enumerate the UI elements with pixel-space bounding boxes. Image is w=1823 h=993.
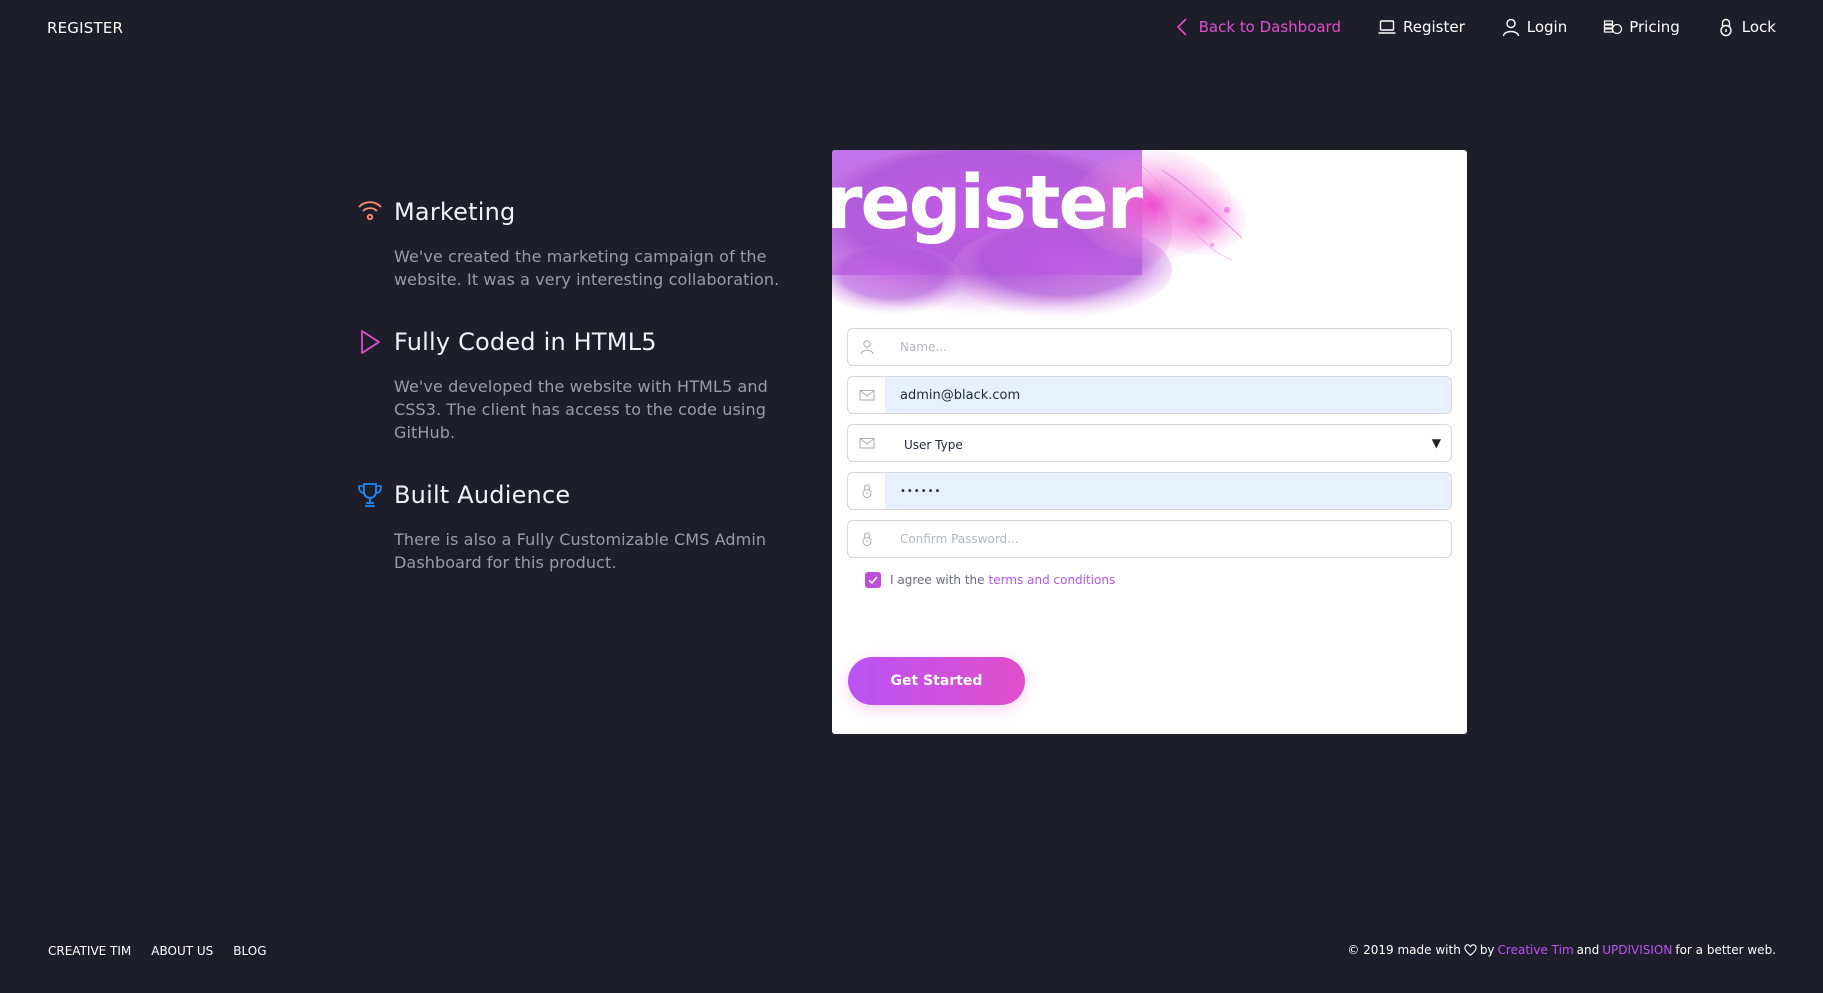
name-input[interactable]: Name...	[885, 329, 1451, 365]
info-marketing: Marketing We've created the marketing ca…	[356, 195, 816, 291]
name-field[interactable]: Name...	[847, 328, 1452, 366]
field-addon	[848, 329, 885, 365]
terms-link[interactable]: terms and conditions	[989, 573, 1116, 587]
nav-label: Register	[1402, 18, 1465, 36]
email-field[interactable]: admin@black.com	[847, 376, 1452, 414]
updivision-link[interactable]: UPDIVISION	[1602, 943, 1672, 957]
footer-link-about-us[interactable]: ABOUT US	[151, 944, 213, 958]
password-field[interactable]: ••••••	[847, 472, 1452, 510]
navbar-menu: Back to Dashboard Register Login Pricing…	[1137, 17, 1776, 37]
lock-icon	[861, 484, 872, 499]
check-icon	[868, 576, 878, 585]
card-header: register	[832, 150, 1467, 318]
nav-label: Lock	[1741, 18, 1776, 36]
info-column: Marketing We've created the marketing ca…	[356, 195, 816, 608]
wifi-icon	[358, 201, 382, 221]
footer-link-blog[interactable]: BLOG	[233, 944, 266, 958]
lock-icon	[1720, 18, 1732, 37]
user-type-value[interactable]: User Type	[885, 425, 1451, 461]
info-title: Fully Coded in HTML5	[394, 328, 657, 356]
nav-label: Pricing	[1629, 18, 1680, 36]
terms-checkbox[interactable]	[865, 572, 881, 588]
confirm-password-input[interactable]: Confirm Password...	[885, 521, 1451, 557]
user-icon	[1502, 18, 1519, 37]
nav-back-to-dashboard[interactable]: Back to Dashboard	[1173, 17, 1341, 37]
terms-agreement: I agree with the terms and conditions	[865, 572, 1452, 588]
email-input[interactable]: admin@black.com	[885, 377, 1451, 413]
nav-label: Back to Dashboard	[1198, 18, 1341, 36]
lock-icon	[861, 532, 872, 547]
navbar-brand[interactable]: REGISTER	[47, 19, 123, 37]
email-icon	[858, 437, 875, 449]
terms-label: I agree with the	[890, 573, 985, 587]
info-description: We've created the marketing campaign of …	[394, 247, 780, 289]
info-description: There is also a Fully Customizable CMS A…	[394, 530, 767, 572]
confirm-password-field[interactable]: Confirm Password...	[847, 520, 1452, 558]
nav-label: Login	[1526, 18, 1568, 36]
footer-link-creative-tim[interactable]: CREATIVE TIM	[48, 944, 131, 958]
creative-tim-link[interactable]: Creative Tim	[1498, 943, 1574, 957]
nav-pricing[interactable]: Pricing	[1603, 17, 1680, 37]
field-addon	[848, 521, 885, 557]
info-description: We've developed the website with HTML5 a…	[394, 377, 768, 442]
footer-nav: CREATIVE TIM ABOUT US BLOG	[48, 944, 287, 958]
copyright-by: by	[1479, 943, 1495, 957]
user-icon	[859, 340, 874, 355]
copyright-and: and	[1576, 943, 1600, 957]
info-title: Marketing	[394, 198, 516, 226]
field-addon	[848, 473, 885, 509]
laptop-icon	[1378, 20, 1396, 34]
email-icon	[858, 389, 875, 401]
trophy-icon	[358, 483, 382, 507]
get-started-button[interactable]: Get Started	[848, 657, 1025, 705]
info-html5: Fully Coded in HTML5 We've developed the…	[356, 325, 816, 444]
copyright-suffix: for a better web.	[1675, 943, 1776, 957]
nav-login[interactable]: Login	[1501, 17, 1567, 37]
play-icon	[361, 330, 380, 354]
nav-register[interactable]: Register	[1377, 17, 1465, 37]
heart-icon	[1464, 943, 1477, 956]
card-title: register	[832, 160, 1143, 246]
caret-down-icon[interactable]: ▼	[1432, 436, 1441, 450]
register-form: Name... admin@black.com User Type ▼ ••••…	[847, 328, 1452, 588]
coins-icon	[1604, 20, 1623, 35]
register-page: REGISTER Back to Dashboard Register Logi…	[0, 0, 1823, 993]
info-audience: Built Audience There is also a Fully Cus…	[356, 478, 816, 574]
info-title: Built Audience	[394, 481, 571, 509]
nav-lock[interactable]: Lock	[1716, 17, 1776, 37]
field-addon	[848, 425, 885, 461]
copyright: © 2019 made with by Creative Tim and UPD…	[1347, 943, 1776, 957]
password-input[interactable]: ••••••	[885, 473, 1451, 509]
chevron-left-icon	[1176, 18, 1187, 36]
copyright-prefix: © 2019 made with	[1347, 943, 1461, 957]
register-card: register Name... admin@black.com User Ty…	[832, 150, 1467, 734]
field-addon	[848, 377, 885, 413]
user-type-select[interactable]: User Type ▼	[847, 424, 1452, 462]
